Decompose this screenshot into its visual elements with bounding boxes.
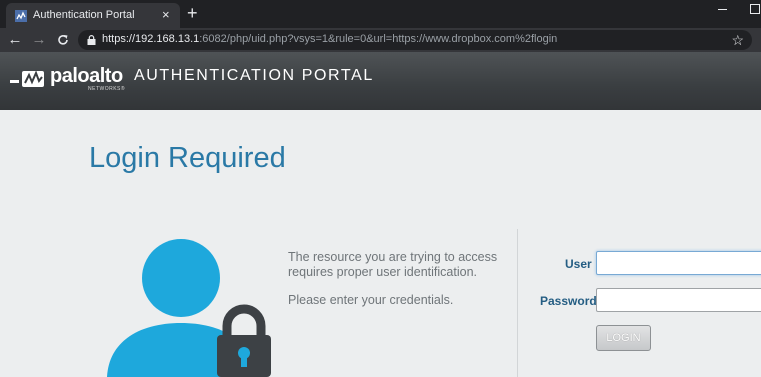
forward-arrow-icon[interactable]: →	[29, 30, 49, 50]
window-maximize-button[interactable]	[746, 0, 761, 20]
portal-header: paloalto NETWORKS® AUTHENTICATION PORTAL	[0, 52, 761, 110]
lock-icon	[87, 35, 96, 45]
logo-dash	[10, 80, 19, 83]
login-button[interactable]: LOGIN	[596, 325, 651, 351]
user-label: User	[565, 257, 592, 271]
password-label: Password	[540, 294, 597, 308]
browser-tab[interactable]: Authentication Portal ×	[6, 3, 180, 28]
reload-icon[interactable]	[53, 30, 73, 50]
tab-title: Authentication Portal	[33, 9, 135, 21]
brand-subtext: NETWORKS®	[88, 86, 126, 92]
back-arrow-icon[interactable]: ←	[5, 30, 25, 50]
info-message: The resource you are trying to access re…	[288, 250, 498, 279]
new-tab-button[interactable]: +	[187, 3, 198, 23]
tab-close-icon[interactable]: ×	[162, 7, 170, 23]
paloalto-logo: paloalto NETWORKS®	[10, 65, 130, 93]
url-text: https://192.168.13.1:6082/php/uid.php?vs…	[102, 33, 558, 45]
browser-tab-strip: Authentication Portal × +	[0, 0, 761, 28]
user-lock-illustration-icon	[107, 239, 271, 377]
vertical-divider	[517, 229, 518, 377]
paloalto-logo-mark-icon	[22, 70, 44, 87]
portal-title: AUTHENTICATION PORTAL	[134, 67, 374, 84]
password-input[interactable]	[596, 288, 761, 312]
credentials-instruction: Please enter your credentials.	[288, 293, 454, 307]
bookmark-star-icon[interactable]: ☆	[731, 31, 744, 49]
window-minimize-button[interactable]	[712, 0, 734, 20]
browser-toolbar: ← → https://192.168.13.1:6082/php/uid.ph…	[0, 28, 761, 52]
brand-name: paloalto	[50, 65, 123, 87]
paloalto-favicon-icon	[15, 10, 27, 22]
page-title: Login Required	[89, 142, 286, 174]
address-bar[interactable]: https://192.168.13.1:6082/php/uid.php?vs…	[78, 30, 752, 50]
user-input[interactable]	[596, 251, 761, 275]
